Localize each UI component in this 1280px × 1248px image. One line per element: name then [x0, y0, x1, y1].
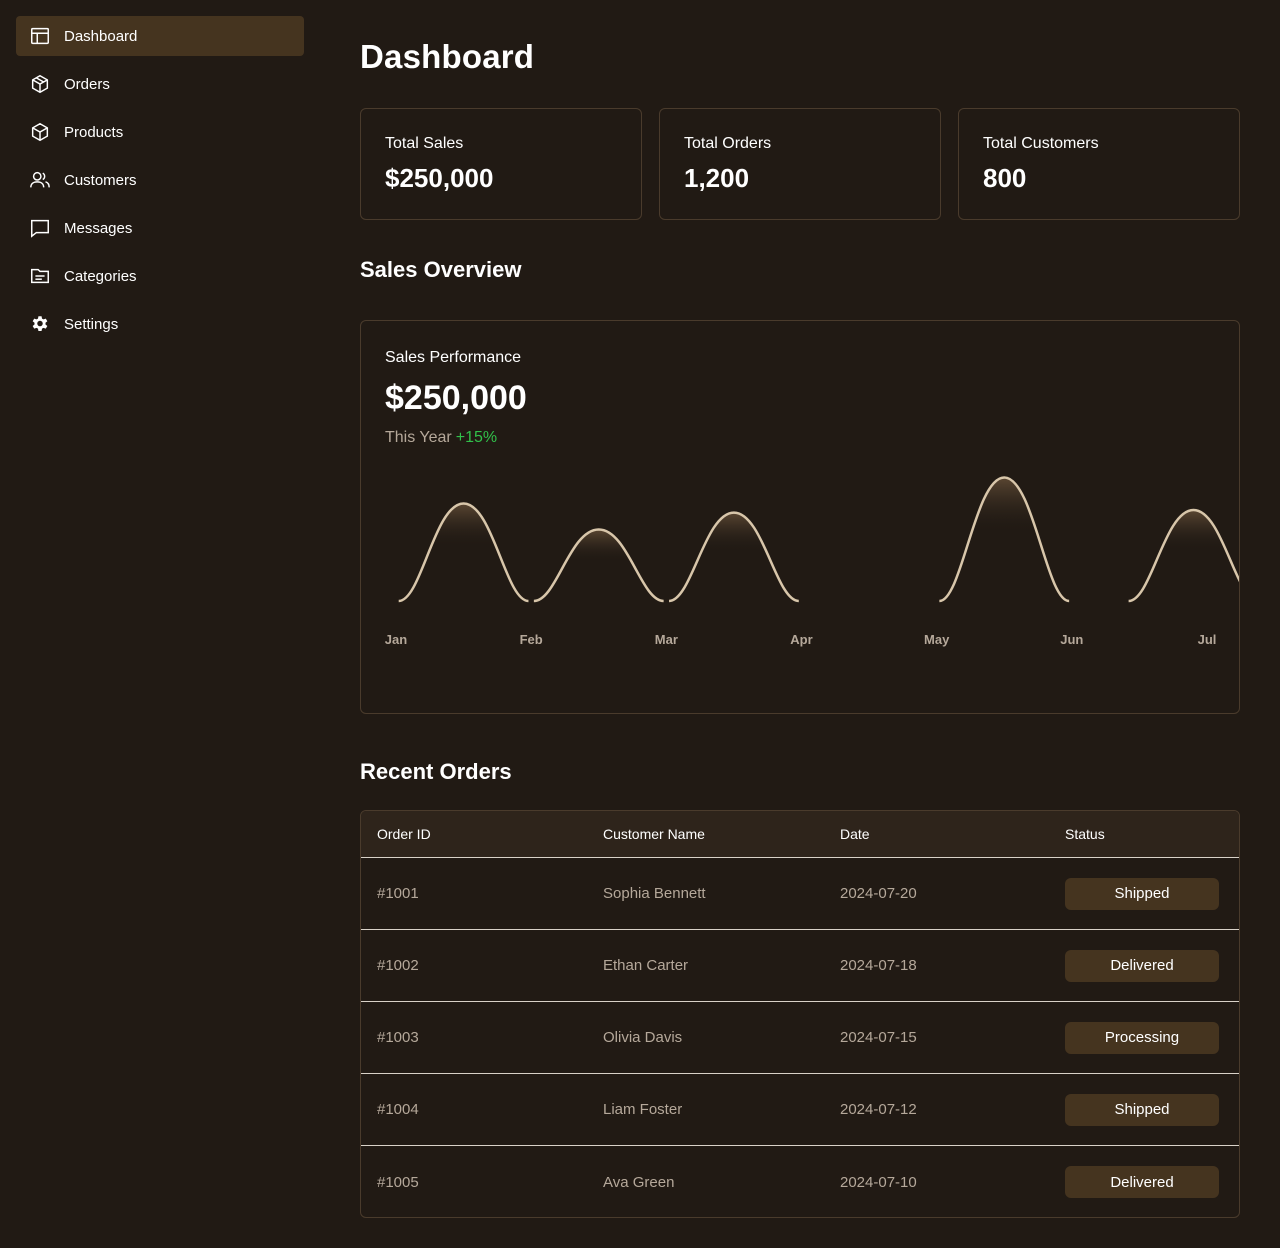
customer-name: Olivia Davis	[603, 1029, 683, 1046]
chart-period: This Year +15%	[385, 429, 497, 447]
chart-period-label: This Year	[385, 429, 452, 446]
sidebar-item-customers[interactable]: Customers	[16, 160, 304, 200]
stat-label: Total Customers	[983, 135, 1099, 152]
order-id: #1002	[377, 957, 419, 974]
gear-icon	[28, 312, 52, 336]
sales-chart-card: Sales Performance $250,000 This Year +15%…	[360, 320, 1240, 714]
sidebar-item-label: Messages	[64, 219, 133, 237]
sales-overview-title: Sales Overview	[360, 257, 522, 282]
table-row[interactable]: #1003 Olivia Davis 2024-07-15 Processing	[361, 1002, 1239, 1074]
column-header-order-id: Order ID	[377, 826, 431, 842]
sidebar-item-products[interactable]: Products	[16, 112, 304, 152]
x-axis-label: Mar	[655, 632, 678, 647]
stats-row: Total Sales $250,000 Total Orders 1,200 …	[360, 108, 1240, 220]
status-badge[interactable]: Delivered	[1065, 949, 1219, 982]
column-header-status: Status	[1065, 826, 1105, 842]
chart-area	[398, 503, 529, 601]
page-title: Dashboard	[360, 38, 535, 75]
x-axis-label: Jul	[1198, 632, 1217, 647]
chart-card-title: Sales Performance	[385, 349, 522, 366]
order-date: 2024-07-12	[840, 1101, 917, 1118]
stat-card-total-orders: Total Orders 1,200	[659, 108, 941, 220]
message-icon	[28, 216, 52, 240]
customer-name: Sophia Bennett	[603, 885, 706, 902]
order-id: #1003	[377, 1029, 419, 1046]
sidebar: Dashboard Orders Products Customers Mess…	[16, 16, 304, 352]
table-header: Order ID Customer Name Date Status	[361, 811, 1239, 858]
chart-total-value: $250,000	[385, 379, 527, 417]
stat-value: 1,200	[684, 163, 750, 193]
sidebar-item-orders[interactable]: Orders	[16, 64, 304, 104]
table-row[interactable]: #1001 Sophia Bennett 2024-07-20 Shipped	[361, 858, 1239, 930]
x-axis-label: Jan	[385, 632, 407, 647]
status-badge[interactable]: Delivered	[1065, 1166, 1219, 1198]
box-icon	[28, 72, 52, 96]
cube-icon	[28, 120, 52, 144]
order-id: #1005	[377, 1173, 419, 1191]
customer-name: Liam Foster	[603, 1101, 683, 1118]
order-date: 2024-07-20	[840, 885, 917, 902]
sidebar-item-label: Categories	[64, 267, 137, 285]
sidebar-item-categories[interactable]: Categories	[16, 256, 304, 296]
status-badge[interactable]: Shipped	[1065, 877, 1219, 910]
x-axis-label: Feb	[520, 632, 543, 647]
users-icon	[28, 168, 52, 192]
sidebar-item-label: Products	[64, 123, 124, 141]
order-date: 2024-07-15	[840, 1029, 917, 1046]
orders-table: Order ID Customer Name Date Status #1001…	[360, 810, 1240, 1218]
x-axis-label: Jun	[1060, 632, 1083, 647]
stat-card-total-sales: Total Sales $250,000	[360, 108, 642, 220]
table-row[interactable]: #1005 Ava Green 2024-07-10 Delivered	[361, 1146, 1239, 1217]
customer-name: Ethan Carter	[603, 957, 689, 974]
chart-area	[939, 477, 1070, 601]
folder-icon	[28, 264, 52, 288]
sidebar-item-dashboard[interactable]: Dashboard	[16, 16, 304, 56]
x-axis-label: May	[924, 632, 950, 647]
table-row[interactable]: #1002 Ethan Carter 2024-07-18 Delivered	[361, 930, 1239, 1002]
order-date: 2024-07-10	[840, 1173, 917, 1191]
stat-label: Total Orders	[684, 135, 772, 152]
sidebar-item-label: Settings	[64, 315, 119, 333]
x-axis-label: Apr	[790, 632, 812, 647]
status-badge[interactable]: Shipped	[1065, 1093, 1219, 1126]
chart-change: +15%	[455, 429, 498, 446]
sidebar-item-messages[interactable]: Messages	[16, 208, 304, 248]
stat-card-total-customers: Total Customers 800	[958, 108, 1240, 220]
layout-icon	[28, 24, 52, 48]
status-badge[interactable]: Processing	[1065, 1021, 1219, 1054]
stat-value: 800	[983, 163, 1027, 193]
order-id: #1001	[377, 885, 419, 902]
chart-area	[533, 529, 664, 601]
customer-name: Ava Green	[603, 1173, 675, 1191]
sidebar-item-label: Dashboard	[64, 27, 138, 45]
sidebar-item-settings[interactable]: Settings	[16, 304, 304, 344]
table-row[interactable]: #1004 Liam Foster 2024-07-12 Shipped	[361, 1074, 1239, 1146]
column-header-customer: Customer Name	[603, 826, 705, 842]
chart-area	[669, 512, 799, 601]
sidebar-item-label: Customers	[64, 171, 137, 189]
order-id: #1004	[377, 1101, 419, 1118]
column-header-date: Date	[840, 826, 870, 842]
order-date: 2024-07-18	[840, 957, 917, 974]
sidebar-item-label: Orders	[64, 75, 110, 93]
sales-chart: Jan Feb Mar Apr May Jun Jul	[385, 476, 1239, 647]
recent-orders-title: Recent Orders	[360, 759, 512, 784]
stat-label: Total Sales	[385, 135, 464, 152]
stat-value: $250,000	[385, 163, 494, 193]
